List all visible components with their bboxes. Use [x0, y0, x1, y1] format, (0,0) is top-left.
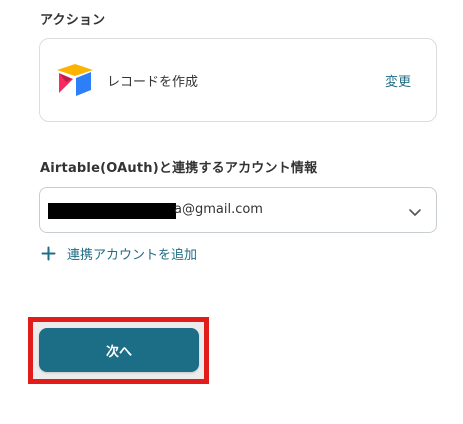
next-button[interactable]: 次へ — [39, 328, 199, 372]
action-name: レコードを作成 — [107, 75, 199, 90]
account-select-value: a@gmail.com — [174, 202, 263, 217]
chevron-down-icon — [408, 204, 422, 218]
airtable-logo-icon — [56, 63, 94, 97]
account-select[interactable]: a@gmail.com — [39, 187, 437, 233]
redaction-bar — [48, 203, 176, 219]
change-action-link[interactable]: 変更 — [385, 71, 411, 90]
action-card: レコードを作成 変更 — [39, 38, 437, 122]
section-label-account: Airtable(OAuth)と連携するアカウント情報 — [40, 161, 318, 176]
add-account-label: 連携アカウントを追加 — [67, 247, 198, 263]
plus-icon — [41, 246, 56, 261]
section-label-action: アクション — [40, 13, 106, 28]
add-account-link[interactable]: 連携アカウントを追加 — [41, 243, 197, 263]
